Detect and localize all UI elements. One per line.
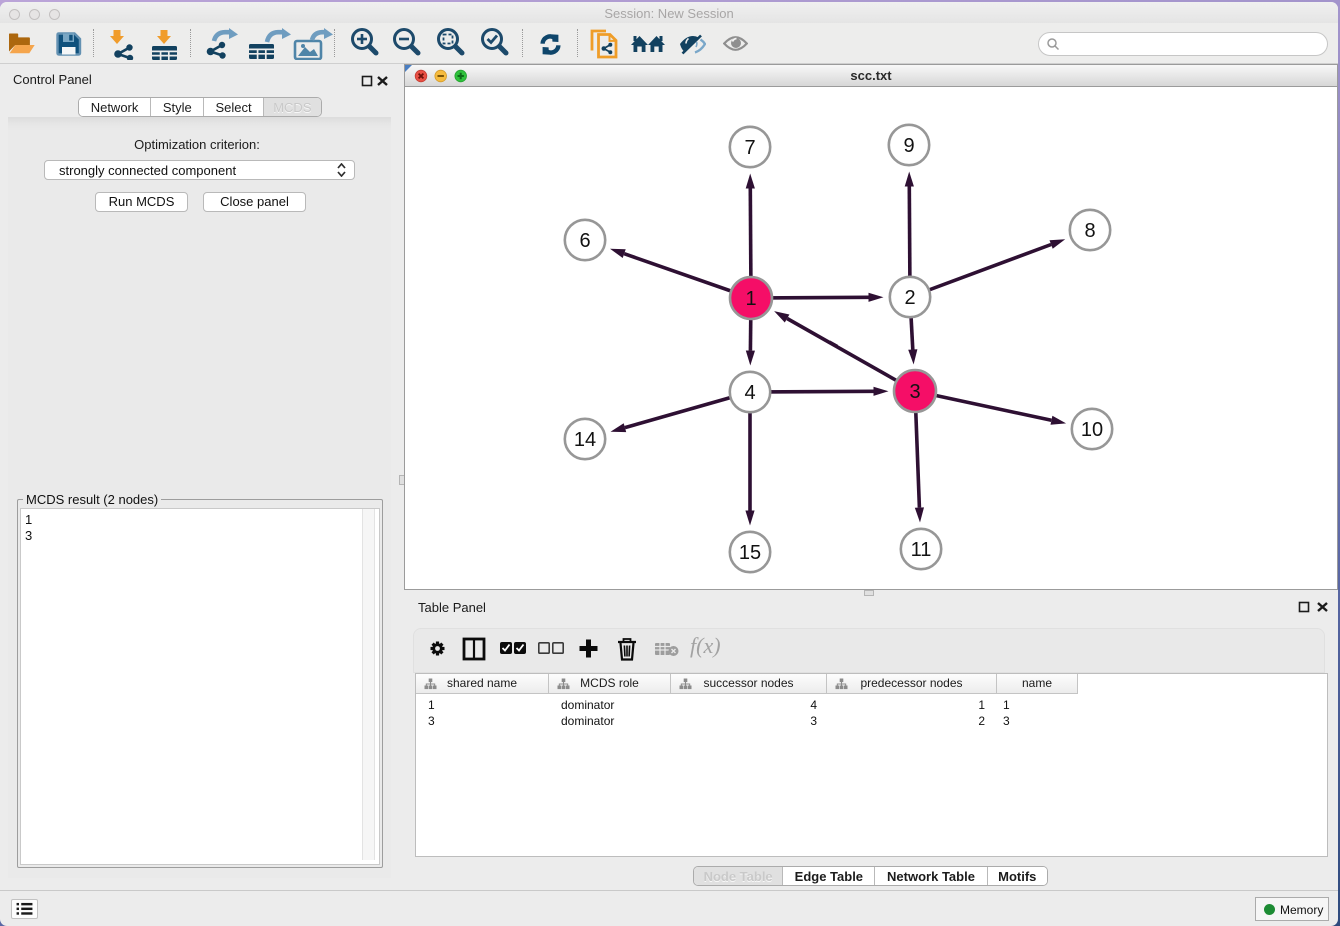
svg-text:15: 15 [739, 542, 761, 564]
svg-text:14: 14 [574, 429, 596, 451]
svg-text:6: 6 [579, 230, 590, 252]
svg-text:1: 1 [745, 288, 756, 310]
svg-text:9: 9 [903, 135, 914, 157]
svg-text:4: 4 [744, 382, 755, 404]
svg-text:8: 8 [1084, 220, 1095, 242]
svg-text:2: 2 [904, 287, 915, 309]
svg-text:11: 11 [911, 539, 932, 561]
svg-text:3: 3 [909, 381, 920, 403]
svg-text:7: 7 [744, 137, 755, 159]
svg-text:10: 10 [1081, 419, 1103, 441]
